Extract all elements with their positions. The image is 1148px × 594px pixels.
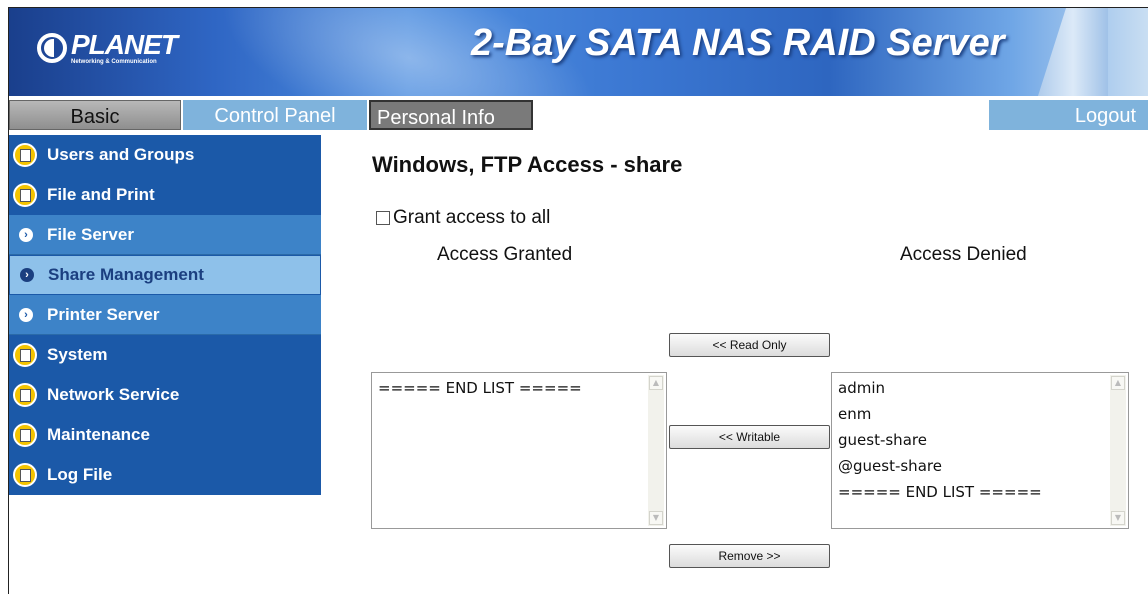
sidebar-item-network-service[interactable]: Network Service — [9, 375, 321, 415]
scroll-up-icon[interactable]: ▲ — [649, 376, 663, 390]
sidebar-item-system[interactable]: System — [9, 335, 321, 375]
nav-bar: Basic Control Panel Personal Info Logout — [9, 97, 1148, 131]
page-title: Windows, FTP Access - share — [372, 152, 683, 177]
sidebar-item-label: Share Management — [48, 265, 204, 284]
folder-icon — [13, 463, 37, 487]
list-item[interactable]: @guest-share — [838, 453, 1106, 479]
logo-name: PLANET — [71, 28, 178, 60]
access-denied-listbox[interactable]: admin enm guest-share @guest-share =====… — [831, 372, 1129, 529]
planet-logo: PLANET Networking & Communication — [37, 28, 178, 68]
folder-icon — [13, 383, 37, 407]
list-item[interactable]: enm — [838, 401, 1106, 427]
sidebar-item-share-management[interactable]: › Share Management — [9, 255, 321, 295]
read-only-button[interactable]: << Read Only — [669, 333, 830, 357]
list-item[interactable]: ===== END LIST ===== — [838, 479, 1106, 505]
sidebar-item-users-and-groups[interactable]: Users and Groups — [9, 135, 321, 175]
chevron-right-icon: › — [19, 307, 33, 322]
folder-icon — [13, 343, 37, 367]
sidebar-item-label: System — [47, 345, 108, 364]
writable-button[interactable]: << Writable — [669, 425, 830, 449]
sidebar-item-file-server[interactable]: › File Server — [9, 215, 321, 255]
product-title: 2-Bay SATA NAS RAID Server — [471, 22, 1005, 64]
sidebar-item-label: Log File — [47, 465, 113, 484]
sidebar-item-log-file[interactable]: Log File — [9, 455, 321, 495]
header-banner: PLANET Networking & Communication 2-Bay … — [9, 8, 1148, 96]
sidebar-item-label: File and Print — [47, 185, 155, 204]
list-item[interactable]: guest-share — [838, 427, 1106, 453]
sidebar-item-maintenance[interactable]: Maintenance — [9, 415, 321, 455]
grant-access-label: Grant access to all — [393, 207, 551, 228]
scroll-up-icon[interactable]: ▲ — [1111, 376, 1125, 390]
sidebar: Users and Groups File and Print › File S… — [9, 135, 321, 495]
access-granted-label: Access Granted — [437, 244, 573, 265]
sidebar-item-file-and-print[interactable]: File and Print — [9, 175, 321, 215]
remove-button[interactable]: Remove >> — [669, 544, 830, 568]
sidebar-item-label: Users and Groups — [47, 145, 195, 164]
planet-logo-icon — [37, 33, 67, 63]
scrollbar[interactable]: ▲ ▼ — [648, 375, 664, 526]
tab-control-panel[interactable]: Control Panel — [183, 100, 367, 130]
sidebar-item-label: Network Service — [47, 385, 180, 404]
chevron-right-icon: › — [20, 268, 34, 282]
folder-icon — [13, 143, 37, 167]
chevron-right-icon: › — [19, 227, 33, 242]
list-item[interactable]: admin — [838, 375, 1106, 401]
list-item[interactable]: ===== END LIST ===== — [378, 375, 644, 401]
access-denied-label: Access Denied — [900, 244, 1027, 265]
grant-access-row: Grant access to all — [376, 207, 550, 229]
tab-personal-info[interactable]: Personal Info — [369, 100, 533, 130]
scroll-down-icon[interactable]: ▼ — [649, 511, 663, 525]
sidebar-item-label: Printer Server — [47, 304, 160, 324]
grant-access-checkbox[interactable] — [376, 211, 390, 225]
banner-building-graphic — [1038, 8, 1108, 96]
folder-icon — [13, 183, 37, 207]
logo-tagline: Networking & Communication — [71, 58, 157, 65]
folder-icon — [13, 423, 37, 447]
sidebar-item-label: File Server — [47, 224, 134, 244]
scroll-down-icon[interactable]: ▼ — [1111, 511, 1125, 525]
access-granted-listbox[interactable]: ===== END LIST ===== ▲ ▼ — [371, 372, 667, 529]
logout-button[interactable]: Logout — [989, 100, 1148, 130]
sidebar-item-printer-server[interactable]: › Printer Server — [9, 295, 321, 335]
tab-basic[interactable]: Basic — [9, 100, 181, 130]
scrollbar[interactable]: ▲ ▼ — [1110, 375, 1126, 526]
sidebar-item-label: Maintenance — [47, 425, 150, 444]
